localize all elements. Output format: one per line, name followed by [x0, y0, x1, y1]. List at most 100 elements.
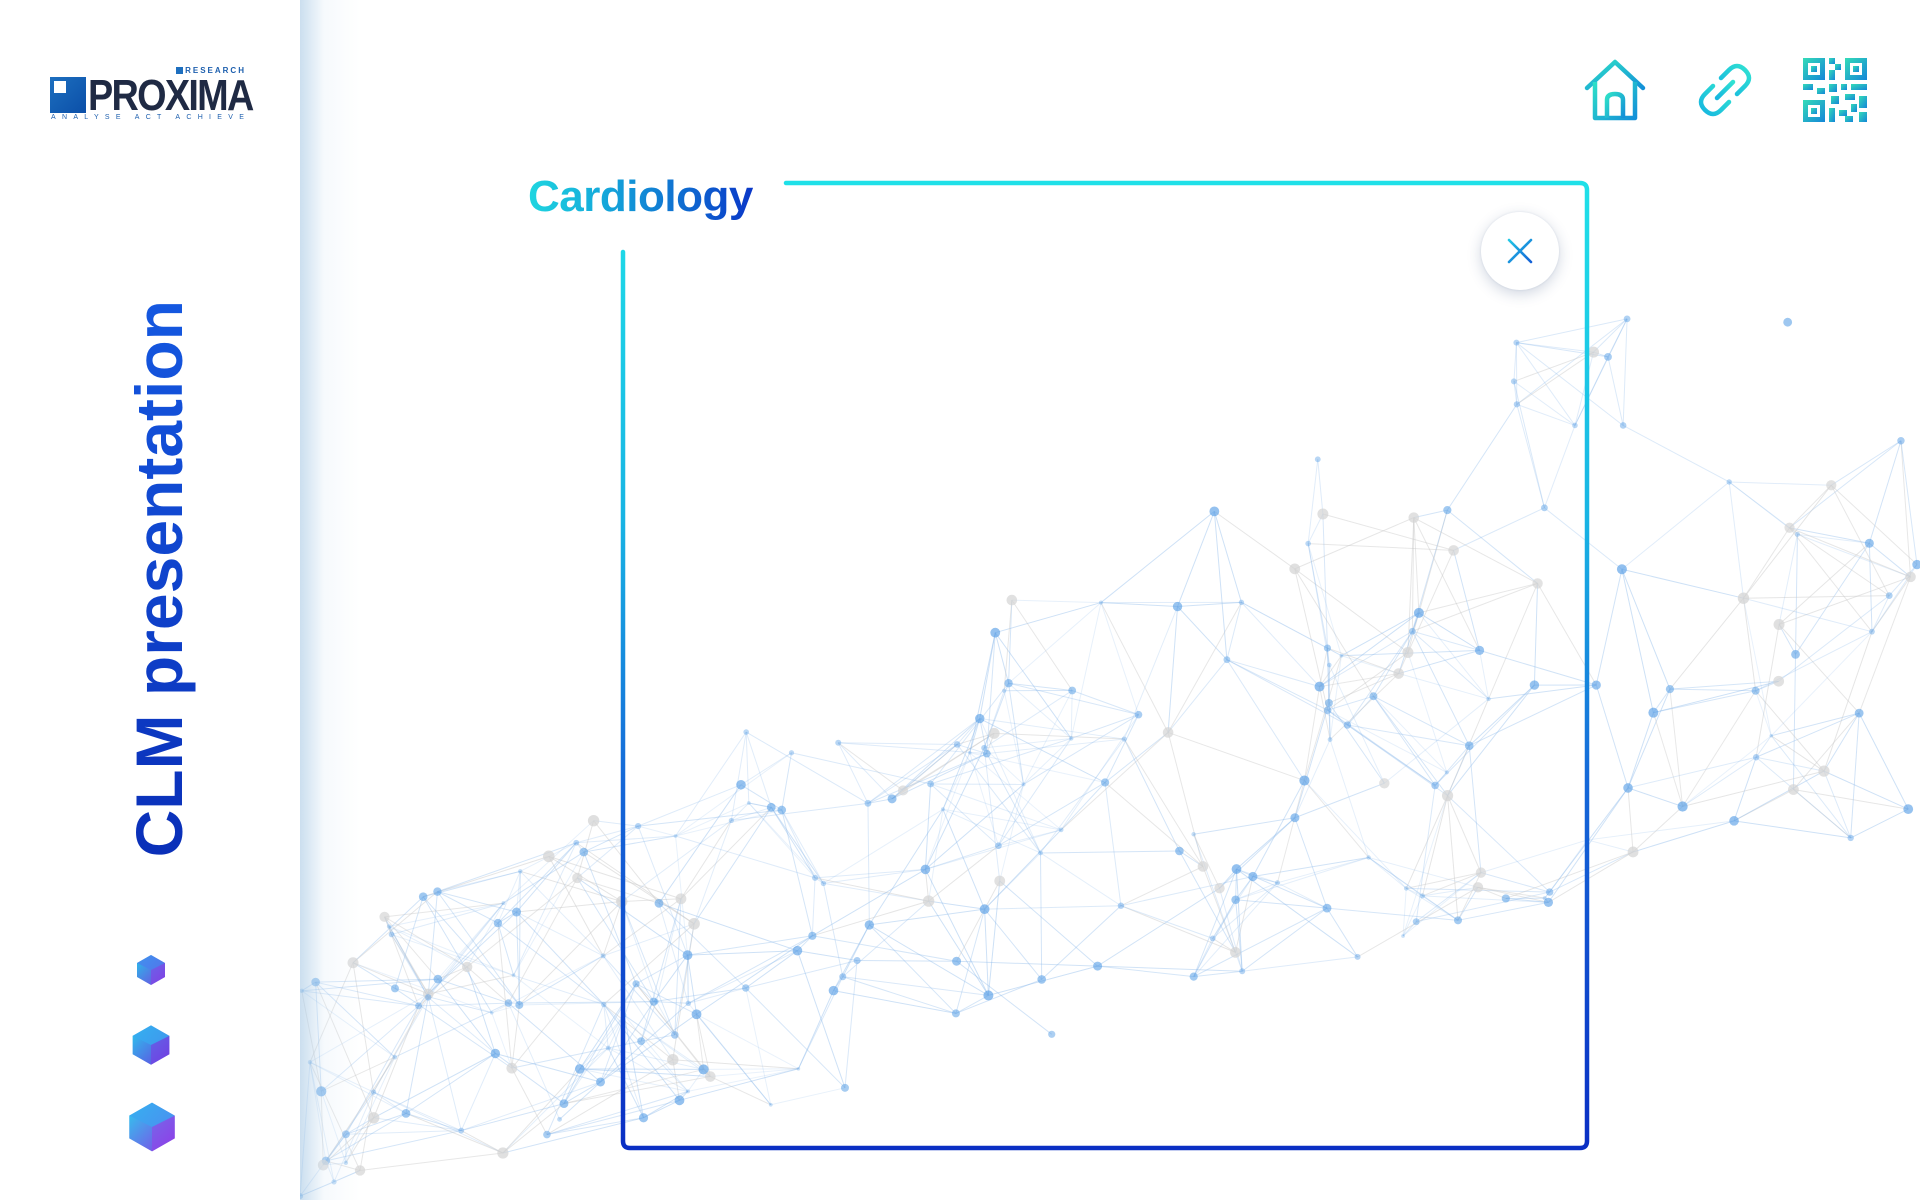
logo-wordmark: PROXIMA [88, 71, 254, 120]
panel-title: Cardiology [528, 172, 753, 221]
network-node [401, 1108, 411, 1118]
close-icon [1507, 238, 1533, 264]
network-link [1622, 318, 1628, 426]
network-link [1587, 839, 1634, 853]
cube-large-icon [126, 1101, 178, 1153]
network-link [1793, 789, 1909, 810]
home-icon [1584, 59, 1646, 121]
network-node [433, 974, 443, 984]
network-link [1729, 481, 1832, 486]
network-node [370, 1089, 377, 1095]
network-node [1752, 754, 1760, 761]
network-link [1652, 712, 1684, 807]
network-link [359, 1152, 503, 1171]
network-link [1627, 787, 1634, 852]
network-link [1621, 569, 1654, 713]
network-link [1850, 713, 1860, 838]
network-node [573, 839, 580, 846]
network-link [1593, 318, 1628, 353]
network-node [515, 1000, 524, 1009]
network-link [1900, 440, 1918, 565]
network-node [587, 814, 600, 827]
network-node [572, 872, 583, 884]
network-node [1897, 437, 1905, 445]
network-node [504, 999, 513, 1007]
network-node [1769, 733, 1774, 738]
network-link [1728, 481, 1744, 599]
network-link [502, 1047, 609, 1154]
network-node [542, 850, 555, 863]
network-node [1729, 816, 1739, 826]
network-node [1726, 479, 1732, 485]
network-link [1778, 576, 1911, 625]
network-node [1648, 707, 1659, 718]
network-link [1792, 654, 1797, 790]
network-link [1778, 624, 1860, 714]
network-link [384, 902, 504, 918]
network-node [390, 984, 399, 993]
network-node [574, 1064, 585, 1074]
close-button[interactable] [1481, 212, 1559, 290]
network-node [379, 911, 390, 922]
network-link [1627, 688, 1671, 789]
network-link [1789, 484, 1832, 529]
qr-code-icon [1803, 58, 1867, 122]
network-node [1864, 538, 1874, 548]
network-node [557, 1116, 562, 1122]
network-link [461, 1130, 504, 1154]
network-node [1784, 522, 1795, 533]
network-link [495, 1053, 565, 1104]
network-node [418, 892, 428, 902]
network-link [461, 1081, 601, 1132]
network-node [1623, 783, 1633, 793]
network-link [391, 902, 504, 935]
network-link [1627, 756, 1757, 789]
panel-frame [620, 180, 1590, 1151]
network-link [1869, 542, 1911, 578]
network-link [1632, 806, 1683, 853]
network-node [501, 901, 506, 906]
network-link [1627, 787, 1683, 807]
network-link [352, 891, 438, 964]
network-node [1619, 422, 1627, 429]
network-link [1632, 820, 1735, 853]
network-node [1791, 649, 1800, 659]
network-node [506, 1062, 518, 1074]
network-link [1653, 690, 1756, 714]
network-node [461, 961, 473, 973]
sidebar-shadow [300, 0, 360, 1200]
network-link [1831, 440, 1902, 486]
network-link [1858, 576, 1911, 714]
network-link [1795, 543, 1870, 655]
network-node [425, 994, 432, 1001]
network-link [373, 1005, 420, 1118]
network-link [359, 1092, 374, 1171]
link-button[interactable] [1691, 56, 1759, 124]
cube-medium-icon [130, 1024, 172, 1066]
network-link [427, 997, 462, 1131]
network-link [1778, 595, 1890, 682]
network-link [1627, 712, 1654, 789]
home-button[interactable] [1581, 56, 1649, 124]
network-node [579, 847, 589, 857]
network-link [1868, 440, 1902, 544]
network-link [507, 1002, 561, 1120]
network-link [1871, 595, 1890, 632]
network-link [1795, 534, 1798, 655]
network-link [1621, 568, 1744, 599]
qr-code-button[interactable] [1801, 56, 1869, 124]
network-node [392, 1054, 398, 1060]
link-icon [1698, 63, 1752, 117]
network-node [605, 1045, 611, 1051]
network-link [1669, 597, 1744, 690]
network-node [1905, 571, 1916, 583]
network-node [493, 918, 503, 928]
cube-small-icon [135, 954, 167, 986]
network-node [1604, 353, 1612, 361]
network-node [1854, 708, 1864, 718]
network-link [373, 1091, 407, 1114]
network-link [1770, 735, 1852, 839]
network-node [1665, 685, 1675, 694]
network-node [1788, 784, 1799, 795]
network-link [345, 1130, 462, 1135]
